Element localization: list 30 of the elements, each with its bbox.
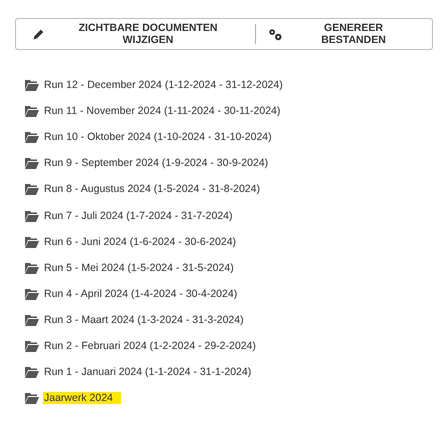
folder-icon — [25, 366, 39, 378]
folder-icon — [25, 340, 39, 352]
pencil-icon — [32, 28, 45, 40]
folder-item[interactable]: Run 2 - Februari 2024 (1-2-2024 - 29-2-2024) — [43, 340, 257, 352]
folder-item[interactable]: Run 8 - Augustus 2024 (1-5-2024 - 31-8-2024) — [43, 183, 261, 196]
folder-icon — [25, 262, 39, 274]
folder-item[interactable]: Run 7 - Juli 2024 (1-7-2024 - 31-7-2024) — [43, 210, 234, 222]
folder-icon — [25, 105, 39, 118]
folder-icon — [25, 236, 39, 248]
folder-icon — [25, 157, 39, 170]
folder-item[interactable]: Run 10 - Oktober 2024 (1-10-2024 - 31-10-2024) — [43, 131, 273, 144]
generate-button[interactable]: GENEREER BESTANDEN — [262, 20, 422, 48]
folder-item[interactable]: Run 6 - Juni 2024 (1-6-2024 - 30-6-2024) — [43, 236, 238, 248]
folder-item[interactable]: Run 3 - Maart 2024 (1-3-2024 - 31-3-2024) — [43, 314, 245, 326]
folder-icon — [25, 392, 39, 404]
folder-item[interactable]: Run 11 - November 2024 (1-11-2024 - 30-11-2024) — [43, 105, 282, 118]
folder-icon — [25, 288, 39, 300]
folder-icon — [25, 314, 39, 326]
folder-item[interactable]: Jaarwerk 2024 — [43, 392, 121, 404]
folder-item[interactable]: Run 4 - April 2024 (1-4-2024 - 30-4-2024) — [43, 288, 238, 300]
gears-icon — [268, 28, 284, 40]
edit-button[interactable]: ZICHTBARE DOCUMENTEN WIJZIGEN — [26, 20, 250, 48]
folder-icon — [25, 210, 39, 222]
folder-icon — [25, 79, 39, 92]
folder-item[interactable]: Run 12 - December 2024 (1-12-2024 - 31-12-2024) — [43, 79, 284, 92]
folder-icon — [25, 131, 39, 144]
folder-item[interactable]: Run 1 - Januari 2024 (1-1-2024 - 31-1-2024) — [43, 366, 252, 378]
folder-item[interactable]: Run 5 - Mei 2024 (1-5-2024 - 31-5-2024) — [43, 262, 235, 274]
folder-item[interactable]: Run 9 - September 2024 (1-9-2024 - 30-9-2024) — [43, 157, 270, 170]
folder-icon — [25, 183, 39, 196]
